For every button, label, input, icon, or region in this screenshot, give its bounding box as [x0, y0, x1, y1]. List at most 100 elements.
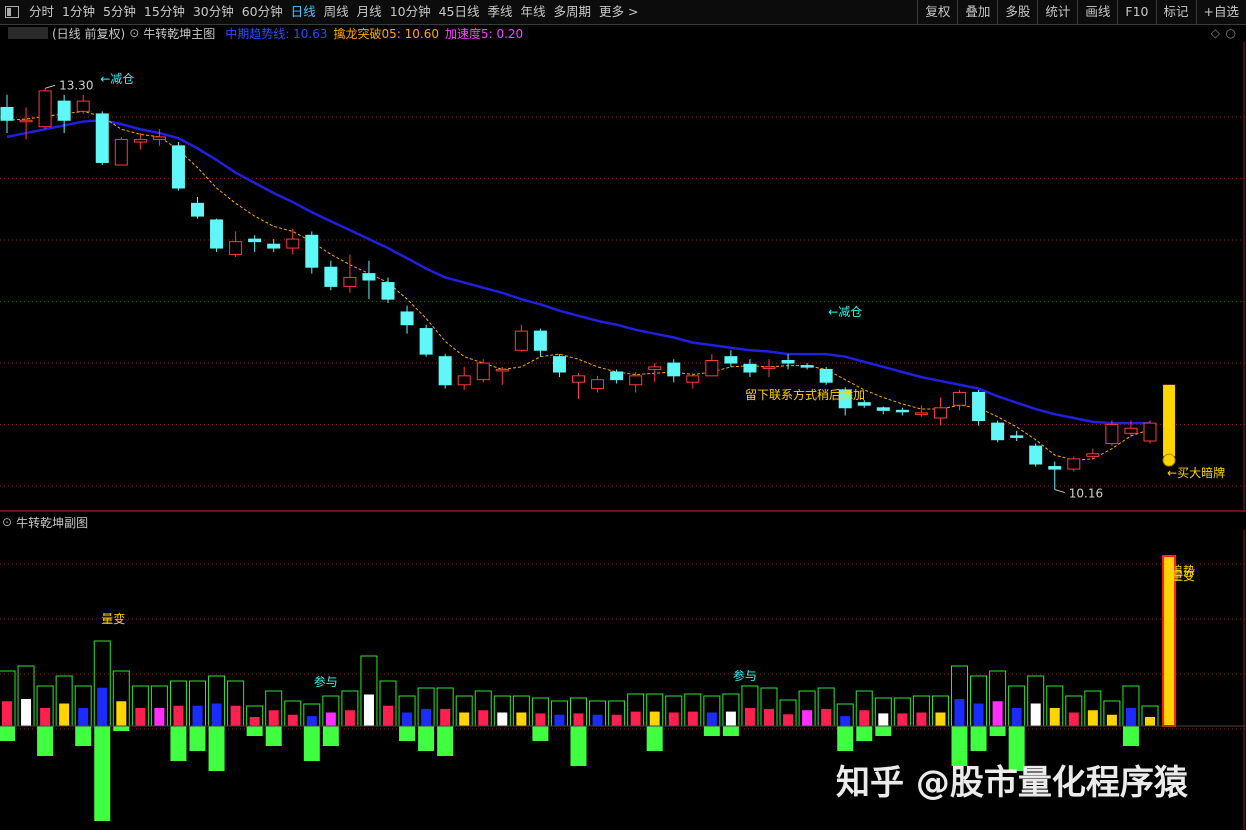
volume-fill-bar — [211, 703, 222, 726]
volume-fill-bar — [459, 712, 470, 726]
volume-fill-bar — [1068, 712, 1079, 726]
negative-volume-bar — [265, 726, 282, 746]
volume-fill-bar — [802, 710, 813, 726]
period-tab-8[interactable]: 月线 — [353, 0, 386, 24]
high-pointer — [44, 84, 56, 89]
sub-signal-label: 参与 — [314, 674, 338, 689]
sub-indicator-dropdown-icon[interactable]: ⊙ — [2, 515, 12, 529]
candle-body — [514, 330, 528, 351]
candle-body — [1143, 422, 1157, 442]
period-tab-9[interactable]: 10分钟 — [386, 0, 435, 24]
candle-body — [933, 407, 947, 419]
candle-body — [953, 391, 966, 406]
low-pointer — [1054, 489, 1065, 494]
panel-close-icon[interactable]: ○ — [1226, 26, 1236, 40]
volume-fill-bar — [554, 714, 565, 726]
reduce-position-label: ←减仓 — [828, 305, 862, 319]
volume-fill-bar — [383, 705, 393, 726]
volume-fill-bar — [592, 714, 603, 726]
sub-signal-label: 量变 — [101, 611, 125, 626]
period-tab-6[interactable]: 日线 — [287, 0, 320, 24]
volume-fill-bar — [249, 717, 260, 726]
negative-volume-bar — [322, 726, 339, 746]
volume-fill-bar — [2, 701, 12, 726]
sub-indicator-name[interactable]: 牛转乾坤副图 — [16, 514, 88, 531]
candle-body — [819, 368, 833, 383]
period-tab-1[interactable]: 1分钟 — [58, 0, 99, 24]
volume-fill-bar — [878, 713, 889, 726]
volume-fill-bar — [744, 708, 755, 726]
candle-body — [552, 356, 566, 373]
volume-fill-bar — [440, 708, 451, 726]
volume-fill-bar — [59, 703, 70, 726]
toolbar-button-2[interactable]: 多股 — [997, 0, 1037, 24]
toolbar-button-1[interactable]: 叠加 — [957, 0, 997, 24]
negative-volume-bar — [532, 726, 549, 741]
volume-fill-bar — [916, 712, 927, 726]
period-tab-5[interactable]: 60分钟 — [238, 0, 287, 24]
negative-volume-bar — [722, 726, 739, 736]
period-tab-12[interactable]: 年线 — [517, 0, 550, 24]
sidebar-toggle-icon[interactable] — [3, 3, 21, 21]
candle-body — [781, 360, 795, 364]
toolbar-button-5[interactable]: F10 — [1117, 0, 1155, 24]
candle-body — [629, 375, 643, 386]
candle-body — [1105, 423, 1119, 445]
period-tab-3[interactable]: 15分钟 — [140, 0, 189, 24]
volume-fill-bar — [497, 712, 508, 726]
candle-body — [343, 276, 357, 287]
candle-body — [667, 362, 681, 377]
notice-text: 留下联系方式稍后添加 — [745, 387, 865, 402]
period-tab-0[interactable]: 分时 — [25, 0, 58, 24]
volume-fill-bar — [706, 712, 717, 726]
volume-fill-bar — [306, 716, 317, 726]
negative-volume-bar — [246, 726, 263, 736]
candle-body — [324, 266, 338, 287]
volume-fill-bar — [135, 708, 146, 726]
sub-signal-label: 量变 — [1171, 568, 1195, 583]
buy-signal-label: ←买大暗牌 — [1167, 465, 1225, 480]
candle-body — [876, 407, 890, 411]
volume-fill-bar — [840, 716, 851, 726]
period-tab-10[interactable]: 45日线 — [435, 0, 484, 24]
toolbar-button-6[interactable]: 标记 — [1155, 0, 1196, 24]
toolbar-button-4[interactable]: 画线 — [1077, 0, 1117, 24]
volume-fill-bar — [287, 714, 298, 726]
volume-fill-bar — [687, 711, 698, 726]
negative-volume-bar — [1122, 726, 1139, 746]
main-candlestick-chart[interactable]: 13.30 10.16 ←减仓 ←减仓 ←买大暗牌 留下联系方式稍后添加 — [0, 42, 1246, 512]
volume-fill-bar — [573, 713, 584, 726]
panel-options-icon[interactable]: ◇ — [1211, 26, 1220, 40]
period-tab-11[interactable]: 季线 — [484, 0, 517, 24]
period-tab-14[interactable]: 更多 > — [595, 0, 642, 24]
toolbar-button-3[interactable]: 统计 — [1037, 0, 1077, 24]
volume-fill-bar — [344, 710, 355, 726]
volume-fill-bar — [821, 708, 832, 726]
period-tab-4[interactable]: 30分钟 — [189, 0, 238, 24]
candle-body — [381, 282, 395, 300]
period-tab-13[interactable]: 多周期 — [550, 0, 596, 24]
volume-fill-bar — [478, 710, 489, 726]
negative-volume-bar — [303, 726, 320, 761]
candle-body — [1067, 458, 1081, 470]
volume-fill-bar — [725, 711, 736, 726]
candle-body — [210, 219, 224, 249]
watermark-text: 知乎 @股市量化程序猿 — [836, 763, 1188, 803]
volume-fill-bar — [1125, 708, 1136, 726]
candle-body — [305, 234, 319, 268]
volume-fill-bar — [992, 701, 1003, 726]
sub-panel-header: ⊙ 牛转乾坤副图 — [2, 514, 88, 530]
toolbar-button-0[interactable]: 复权 — [917, 0, 957, 24]
main-indicator-name[interactable]: 牛转乾坤主图 — [143, 25, 215, 42]
volume-fill-bar — [325, 712, 336, 726]
candle-body — [533, 330, 547, 351]
indicator-info-bar: (日线 前复权) ⊙ 牛转乾坤主图 中期趋势线: 10.63 擒龙突破05: 1… — [0, 24, 1246, 42]
period-tab-2[interactable]: 5分钟 — [99, 0, 140, 24]
candle-body — [610, 371, 624, 381]
toolbar-button-7[interactable]: +自选 — [1195, 0, 1246, 24]
period-tabs: 分时 1分钟 5分钟 15分钟 30分钟 60分钟 日线 周线 月线 10分钟 45日线 季线 年线 多周… — [25, 0, 643, 24]
period-tab-7[interactable]: 周线 — [320, 0, 353, 24]
negative-volume-bar — [75, 726, 92, 746]
indicator-dropdown-icon[interactable]: ⊙ — [129, 26, 139, 40]
candle-body — [895, 409, 909, 413]
